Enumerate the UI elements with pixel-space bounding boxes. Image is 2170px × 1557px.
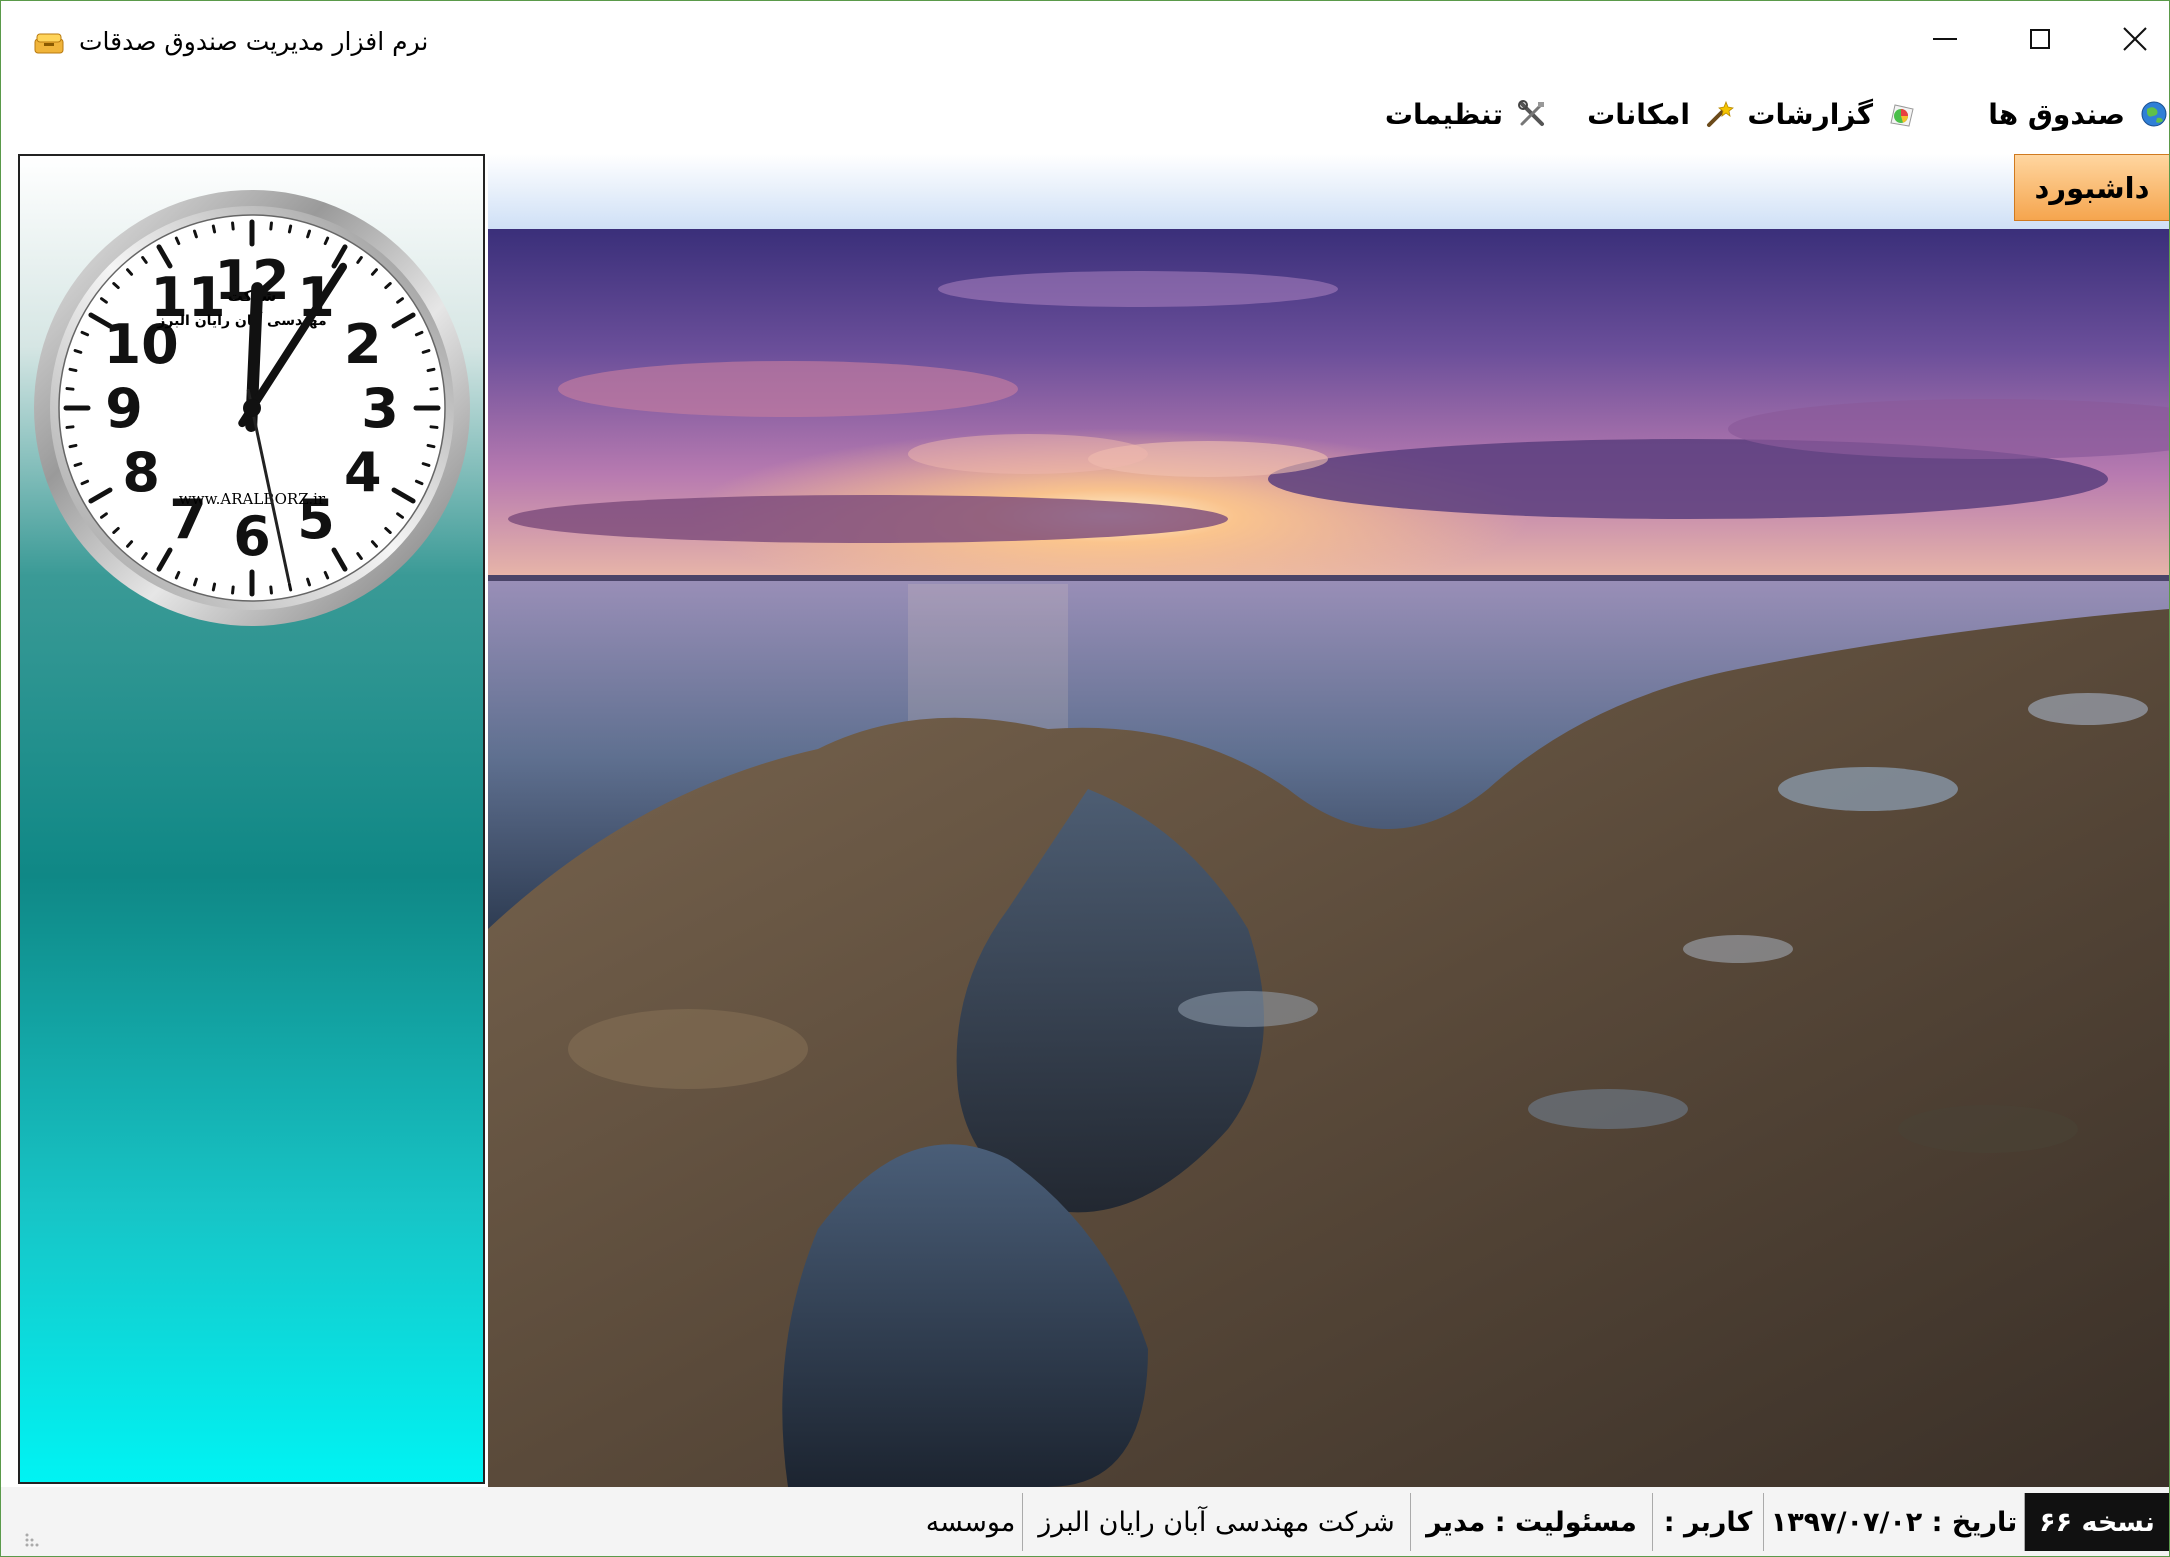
clock-tick <box>68 443 78 449</box>
clock-tick <box>211 224 217 234</box>
clock-tick <box>429 425 439 429</box>
clock-tick <box>306 577 311 587</box>
clock-tick <box>231 221 235 231</box>
minimize-button[interactable] <box>1897 1 1992 77</box>
menu-features-label: امکانات <box>1587 97 1690 131</box>
resize-grip-icon[interactable] <box>23 1529 43 1549</box>
clock-tick <box>269 585 273 595</box>
clock-website: www.ARALBORZ.ir <box>179 490 326 508</box>
clock-tick <box>65 425 75 429</box>
clock-tick <box>287 224 293 234</box>
clock-tick <box>193 229 198 239</box>
globe-icon <box>2141 101 2167 127</box>
clock-numeral: 4 <box>344 441 382 504</box>
clock-tick <box>306 229 311 239</box>
status-company: شرکت مهندسی آبان رایان البرز <box>1023 1493 1411 1551</box>
clock-tick <box>287 582 293 592</box>
status-institute: موسسه <box>919 1493 1023 1551</box>
window-title: نرم افزار مدیریت صندوق صدقات <box>79 27 429 56</box>
cash-box-icon <box>34 33 64 54</box>
menu-reports-label: گزارشات <box>1747 97 1873 131</box>
clock-numeral: 9 <box>105 377 143 440</box>
clock-tick <box>421 349 431 354</box>
tab-strip: داشبورد <box>488 154 2169 229</box>
clock-numeral: 6 <box>233 505 271 568</box>
status-role: مسئولیت : مدیر <box>1411 1493 1653 1551</box>
clock-tick <box>211 582 217 592</box>
tab-dashboard-label: داشبورد <box>2034 170 2150 205</box>
clock-tick <box>68 367 78 373</box>
close-button[interactable] <box>2087 1 2169 77</box>
clock-tick <box>73 462 83 467</box>
menu-funds[interactable]: صندوق ها <box>1988 77 2169 151</box>
clock-tick <box>231 585 235 595</box>
clock-panel: 121234567891011 شرکت مهندسی آبان رایان ا… <box>18 154 485 1484</box>
chart-icon <box>1890 104 1914 127</box>
app-window: نرم افزار مدیریت صندوق صدقات صندوق ها گز… <box>0 0 2170 1557</box>
clock-tick <box>65 387 75 391</box>
clock-numeral: 3 <box>361 377 399 440</box>
menu-settings[interactable]: تنظیمات <box>1385 77 1547 151</box>
menu-funds-label: صندوق ها <box>1988 97 2125 131</box>
menu-settings-label: تنظیمات <box>1384 97 1503 131</box>
clock-tick <box>429 387 439 391</box>
status-bar: نسخه ۶۶ تاریخ : ۱۳۹۷/۰۷/۰۲ کاربر : مسئول… <box>1 1487 2169 1556</box>
maximize-button[interactable] <box>1992 1 2087 77</box>
dashboard-background-photo <box>488 229 2169 1487</box>
clock-center-pin <box>243 399 261 417</box>
status-version: نسخه ۶۶ <box>2025 1493 2169 1551</box>
clock-tick <box>73 349 83 354</box>
close-icon <box>2122 27 2147 51</box>
clock-tick <box>421 462 431 467</box>
clock-tick <box>193 577 198 587</box>
clock-tick <box>426 367 436 373</box>
title-bar: نرم افزار مدیریت صندوق صدقات <box>1 1 2169 77</box>
maximize-icon <box>2029 29 2050 49</box>
magic-wand-icon <box>1707 100 1734 127</box>
menu-bar: صندوق ها گزارشات امکانات تنظیمات <box>1 77 2169 151</box>
status-user: کاربر : <box>1653 1493 1764 1551</box>
clock-tick <box>269 221 273 231</box>
analog-clock: 121234567891011 شرکت مهندسی آبان رایان ا… <box>34 190 470 626</box>
menu-features[interactable]: امکانات <box>1587 77 1734 151</box>
tab-dashboard[interactable]: داشبورد <box>2014 154 2169 221</box>
clock-numeral: 8 <box>122 441 160 504</box>
status-date: تاریخ : ۱۳۹۷/۰۷/۰۲ <box>1764 1493 2025 1551</box>
minimize-icon <box>1932 38 1957 40</box>
menu-reports[interactable]: گزارشات <box>1747 77 1917 151</box>
tools-icon <box>1518 100 1544 126</box>
clock-numeral: 2 <box>344 313 382 376</box>
clock-tick <box>426 443 436 449</box>
